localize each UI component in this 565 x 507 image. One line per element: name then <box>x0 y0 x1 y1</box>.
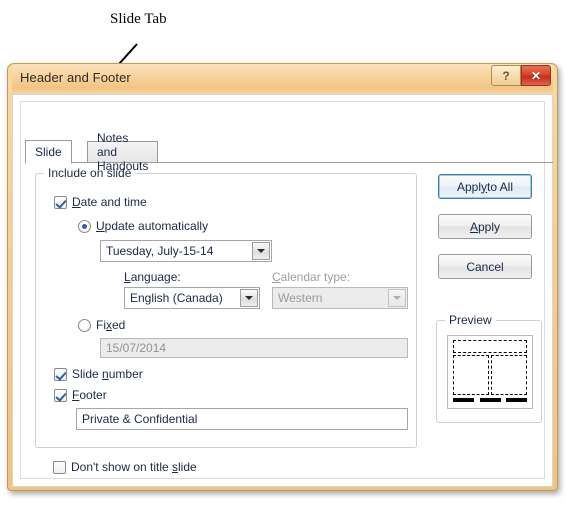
date-and-time-label: Date and time <box>72 195 147 209</box>
chevron-down-icon <box>388 289 406 307</box>
titlebar-button-group: ? ✕ <box>491 65 551 86</box>
preview-footer-bar <box>480 398 501 402</box>
annotation-label: Slide Tab <box>110 11 167 27</box>
calendar-type-combobox: Western <box>272 287 408 309</box>
cancel-button[interactable]: Cancel <box>438 254 532 279</box>
dont-show-on-title-slide-checkbox[interactable] <box>53 461 66 474</box>
chevron-down-icon[interactable] <box>240 289 258 307</box>
footer-label: Footer <box>72 388 107 402</box>
preview-slide-number-bar <box>506 398 527 402</box>
date-format-combobox[interactable]: Tuesday, July-15-14 <box>100 240 272 262</box>
preview-slide-thumbnail <box>447 335 533 409</box>
dialog-titlebar[interactable]: Header and Footer ? ✕ <box>12 64 553 94</box>
language-value: English (Canada) <box>130 291 223 305</box>
apply-to-all-button[interactable]: Appl y to All <box>438 174 532 199</box>
update-automatically-radio[interactable] <box>78 220 91 233</box>
language-label: Language: <box>124 270 181 284</box>
slide-number-label: Slide number <box>72 367 143 381</box>
preview-group-label: Preview <box>445 313 496 327</box>
tab-slide[interactable]: Slide <box>25 140 72 164</box>
apply-button[interactable]: Apply <box>438 214 532 239</box>
chevron-down-icon[interactable] <box>252 242 270 260</box>
calendar-type-value: Western <box>278 291 323 305</box>
preview-title-placeholder <box>453 340 527 353</box>
include-on-slide-group: Include on slide Date and time Update au… <box>35 166 417 448</box>
preview-group: Preview <box>436 313 542 423</box>
close-button[interactable]: ✕ <box>521 65 551 86</box>
help-button[interactable]: ? <box>491 65 521 86</box>
preview-left-placeholder <box>453 355 489 395</box>
slide-number-checkbox[interactable] <box>54 368 67 381</box>
fixed-label: Fixed <box>96 318 126 332</box>
date-format-value: Tuesday, July-15-14 <box>106 244 214 258</box>
fixed-date-input: 15/07/2014 <box>100 338 408 358</box>
dialog-client-area: Slide Notes and Handouts Include on slid… <box>12 94 553 487</box>
preview-date-bar <box>453 398 474 402</box>
header-and-footer-dialog: Header and Footer ? ✕ Slide Notes and Ha… <box>7 63 558 491</box>
footer-checkbox[interactable] <box>54 389 67 402</box>
tab-notes-and-handouts[interactable]: Notes and Handouts <box>87 131 159 173</box>
update-automatically-label: Update automatically <box>96 219 209 233</box>
footer-text-input[interactable]: Private & Confidential <box>76 408 408 430</box>
fixed-radio[interactable] <box>78 319 91 332</box>
calendar-type-label: Calendar type: <box>272 270 351 284</box>
language-combobox[interactable]: English (Canada) <box>124 287 260 309</box>
screenshot-root: Slide Tab Header and Footer ? ✕ Slide No… <box>0 0 565 507</box>
preview-right-placeholder <box>491 355 527 395</box>
dont-show-on-title-slide-label: Don't show on title slide <box>71 460 197 474</box>
dialog-title: Header and Footer <box>20 70 131 85</box>
date-and-time-checkbox[interactable] <box>54 196 67 209</box>
